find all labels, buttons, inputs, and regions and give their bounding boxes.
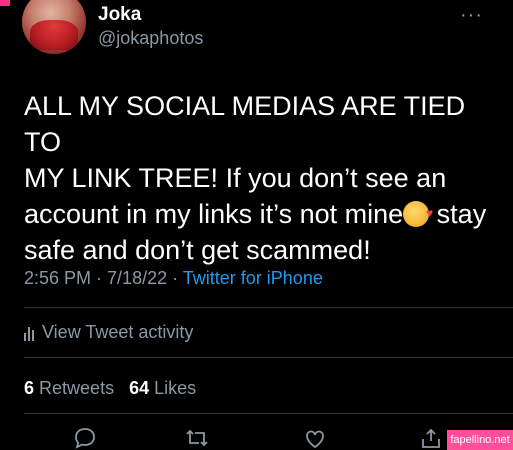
likes-label[interactable]: Likes [154, 378, 196, 398]
tweet-line-2: MY LINK TREE! If you don’t see an [24, 163, 447, 193]
retweets-count[interactable]: 6 [24, 378, 34, 398]
tweet-time: 2:56 PM [24, 268, 92, 288]
likes-count[interactable]: 64 [129, 378, 149, 398]
retweets-label[interactable]: Retweets [39, 378, 114, 398]
action-bar [0, 423, 513, 450]
like-icon[interactable] [302, 427, 328, 449]
meta-separator: · [167, 268, 183, 288]
more-options-icon[interactable]: ··· [460, 4, 483, 27]
smiling-face-with-hearts-icon [403, 195, 433, 231]
avatar[interactable] [22, 0, 86, 54]
author-handle[interactable]: @jokaphotos [98, 28, 203, 49]
corner-accent [0, 0, 10, 6]
divider [24, 413, 513, 414]
reply-icon[interactable] [72, 427, 98, 449]
retweet-icon[interactable] [184, 427, 210, 449]
view-activity-button[interactable]: View Tweet activity [24, 322, 193, 343]
tweet-line-1: ALL MY SOCIAL MEDIAS ARE TIED TO [24, 91, 473, 157]
view-activity-label: View Tweet activity [42, 322, 194, 342]
divider [24, 307, 513, 308]
meta-separator: · [91, 268, 108, 288]
tweet-source-link[interactable]: Twitter for iPhone [183, 268, 323, 288]
author-name[interactable]: Joka [98, 4, 141, 26]
divider [24, 357, 513, 358]
share-icon[interactable] [418, 427, 444, 449]
tweet-line-3: account in my links it’s not mine [24, 199, 404, 229]
tweet-line-4: safe and don’t get scammed! [24, 235, 371, 265]
tweet-text: ALL MY SOCIAL MEDIAS ARE TIED TO MY LINK… [24, 88, 499, 268]
avatar-image-detail [30, 20, 78, 50]
tweet-date: 7/18/22 [107, 268, 168, 288]
tweet-stats: 6 Retweets 64 Likes [24, 378, 196, 399]
tweet-meta: 2:56 PM · 7/18/22 · Twitter for iPhone [24, 268, 323, 289]
watermark: fapellino.net [447, 430, 513, 450]
activity-bars-icon [24, 325, 34, 341]
tweet-line-3-end: stay [429, 199, 487, 229]
